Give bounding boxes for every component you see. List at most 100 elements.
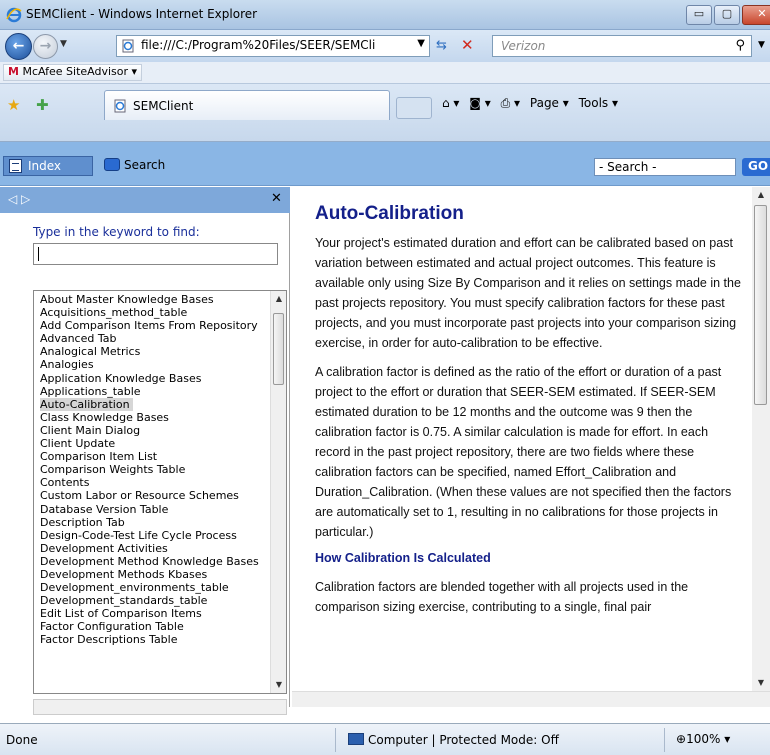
content-vscrollbar[interactable]: ▲ ▼ [752,187,770,691]
keyword-list-item[interactable]: Application Knowledge Bases [40,372,268,385]
keyword-list-item[interactable]: Development_standards_table [40,594,268,607]
paragraph-2: A calibration factor is defined as the r… [315,365,732,539]
keyword-item-label: Custom Labor or Resource Schemes [40,489,239,503]
keyword-list-item[interactable]: Design-Code-Test Life Cycle Process [40,529,268,542]
scroll-up-icon[interactable]: ▲ [271,291,286,307]
scrollbar-thumb[interactable] [273,313,284,385]
keyword-list-item[interactable]: Edit List of Comparison Items [40,607,268,620]
new-tab-button[interactable] [396,97,432,119]
zone-label: Computer | Protected Mode: Off [368,733,559,747]
keyword-list-item[interactable]: Factor Configuration Table [40,620,268,633]
close-button[interactable]: ✕ [742,5,770,25]
keyword-input[interactable] [33,243,278,265]
keyword-list-item[interactable]: Contents [40,476,268,489]
add-favorites-icon[interactable]: ✚ [36,96,49,114]
keyword-list-item[interactable]: Auto-Calibration [40,397,268,411]
keyword-item-label: Comparison Weights Table [40,463,186,477]
keyword-list-item[interactable]: Database Version Table [40,503,268,516]
stop-icon[interactable]: ✕ [461,36,474,54]
keyword-list-item[interactable]: About Master Knowledge Bases [40,293,268,306]
search-tab-button[interactable]: Search [100,156,169,176]
content-scroll-up-icon[interactable]: ▲ [752,187,770,203]
keyword-list-item[interactable]: Acquisitions_method_table [40,306,268,319]
keyword-item-label: Edit List of Comparison Items [40,607,202,621]
keyword-list-item[interactable]: Description Tab [40,516,268,529]
address-field[interactable]: file:///C:/Program%20Files/SEER/SEMCli ▼ [116,35,430,57]
keyword-list-item[interactable]: Factor Descriptions Table [40,633,268,646]
keyword-item-label: Add Comparison Items From Repository [40,319,258,333]
content-hscrollbar[interactable] [292,691,770,707]
minimize-icon: ▭ [693,7,705,20]
keyword-item-label: Applications_table [40,384,141,398]
keyword-item-label: Database Version Table [40,502,169,516]
content-scrollbar-thumb[interactable] [754,205,767,405]
forward-button[interactable]: → [33,34,58,59]
zoom-control[interactable]: ⊕100% ▾ [676,732,730,746]
text-caret [38,247,39,261]
keyword-list-item[interactable]: Development_environments_table [40,581,268,594]
keyword-item-label: Contents [40,476,90,490]
print-icon[interactable]: ⎙ ▾ [501,96,520,110]
keyword-list-item[interactable]: Analogies [40,358,268,371]
keyword-list-item[interactable]: Class Knowledge Bases [40,411,268,424]
search-placeholder: Verizon [501,39,546,53]
keyword-list-item[interactable]: Comparison Weights Table [40,463,268,476]
index-button[interactable]: Index [3,156,93,176]
keyword-item-label: Acquisitions_method_table [40,306,188,320]
search-input[interactable]: Verizon ⚲ [492,35,752,57]
address-toolbar: ← → ▼ file:///C:/Program%20Files/SEER/SE… [0,30,770,62]
refresh-icon[interactable]: ⇆ [436,38,447,53]
keyword-item-label: Factor Configuration Table [40,620,184,634]
subheading: How Calibration Is Calculated [315,551,491,565]
keyword-list-scrollbar[interactable]: ▲ ▼ [270,291,286,693]
keyword-list-item[interactable]: Development Activities [40,542,268,555]
page-menu[interactable]: Page ▾ [530,96,569,110]
keyword-list-item[interactable]: Advanced Tab [40,332,268,345]
keyword-list-item[interactable]: Applications_table [40,385,268,398]
keyword-list-item[interactable]: Client Update [40,437,268,450]
keyword-list-item[interactable]: Custom Labor or Resource Schemes [40,489,268,502]
security-zone[interactable]: Computer | Protected Mode: Off [348,733,559,747]
tools-menu[interactable]: Tools ▾ [579,96,618,110]
status-text: Done [6,733,38,747]
keyword-item-label: Comparison Item List [40,450,158,464]
maximize-button[interactable]: ▢ [714,5,740,25]
maximize-icon: ▢ [721,7,733,20]
tab-semclient[interactable]: SEMClient [104,90,390,120]
keyword-item-label: Analogies [40,358,94,372]
keyword-list[interactable]: About Master Knowledge Bases Acquisitions… [33,290,287,694]
address-url: file:///C:/Program%20Files/SEER/SEMCli [141,38,376,52]
keyword-list-item[interactable]: Analogical Metrics [40,345,268,358]
keyword-item-label: Analogical Metrics [40,345,141,359]
content-scroll-down-icon[interactable]: ▼ [752,675,770,691]
address-dropdown-icon[interactable]: ▼ [417,38,425,49]
mcafee-toolbar: M McAfee SiteAdvisor ▾ [0,62,770,84]
search-tab-label: Search [124,158,166,172]
topic-content: Auto-Calibration Your project's estimate… [315,203,745,626]
search-dropdown-icon[interactable]: ▼ [758,40,765,50]
favorites-star-icon[interactable]: ★ [7,96,20,114]
back-button[interactable]: ← [5,33,32,60]
keyword-list-item[interactable]: Client Main Dialog [40,424,268,437]
title-bar: SEMClient - Windows Internet Explorer ▭ … [0,0,770,30]
keyword-item-label: Advanced Tab [40,332,117,346]
index-label: Index [28,159,62,173]
pane-close-icon[interactable]: ✕ [271,191,282,206]
keyword-list-item[interactable]: Development Method Knowledge Bases [40,555,268,568]
feeds-icon[interactable]: ◙ ▾ [469,96,490,110]
keyword-item-label: Design-Code-Test Life Cycle Process [40,528,237,542]
go-button[interactable]: GO [742,158,770,176]
help-search-input[interactable]: - Search - [594,158,736,176]
minimize-button[interactable]: ▭ [686,5,712,25]
search-icon[interactable]: ⚲ [735,38,745,53]
home-icon[interactable]: ⌂ ▾ [442,96,459,110]
keyword-list-item[interactable]: Development Methods Kbases [40,568,268,581]
keyword-list-item[interactable]: Comparison Item List [40,450,268,463]
keyword-list-hscrollbar[interactable] [33,699,287,715]
keyword-list-item[interactable]: Add Comparison Items From Repository [40,319,268,332]
scroll-down-icon[interactable]: ▼ [271,677,286,693]
keyword-items: About Master Knowledge Bases Acquisitions… [40,293,268,647]
mcafee-siteadvisor-button[interactable]: M McAfee SiteAdvisor ▾ [3,64,143,81]
pane-nav-arrows-icon[interactable]: ◁ ▷ [8,192,30,206]
history-dropdown-icon[interactable]: ▼ [60,39,67,49]
